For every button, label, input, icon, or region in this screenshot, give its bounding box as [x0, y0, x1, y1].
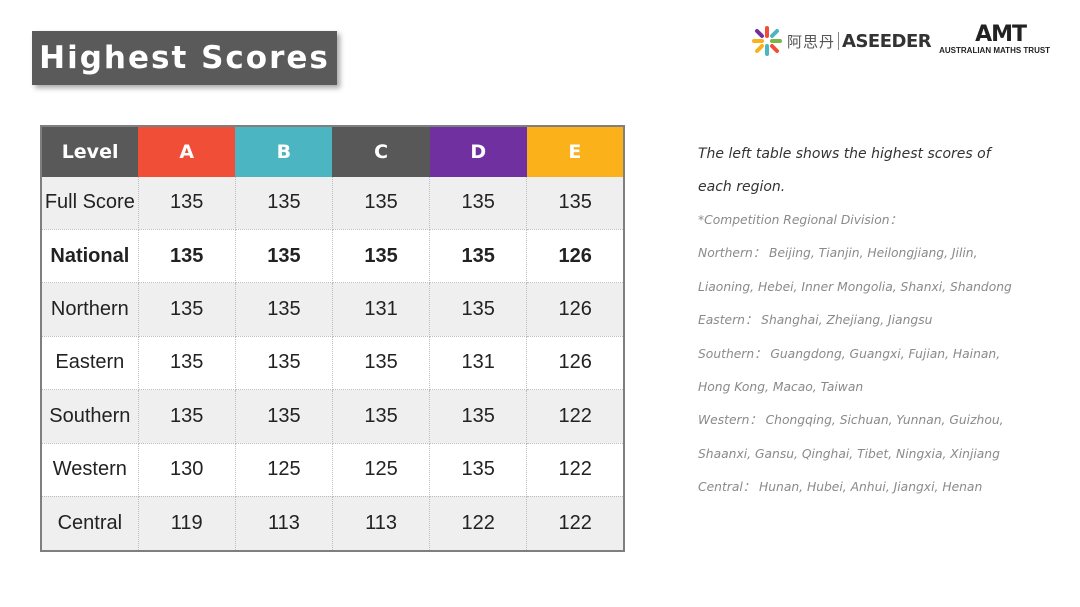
score-cell: 125: [235, 443, 333, 497]
region-note-line: Northern： Beijing, Tianjin, Heilongjiang…: [698, 246, 978, 261]
score-cell: 126: [526, 229, 625, 284]
score-cell: 131: [332, 282, 431, 337]
row-label: Eastern: [41, 336, 139, 391]
score-cell: 135: [429, 229, 528, 284]
description-panel: The left table shows the highest scores …: [698, 138, 1028, 505]
region-notes: *Competition Regional Division： Northern：…: [698, 204, 1028, 505]
amt-logo-mark: AMT: [975, 22, 1027, 47]
row-label: Southern: [41, 389, 139, 444]
aseeder-logo: 阿思丹 ASEEDER: [752, 26, 932, 56]
score-cell: 135: [138, 177, 236, 230]
score-cell: 126: [526, 282, 625, 337]
score-cell: 135: [138, 229, 236, 284]
score-cell: 130: [138, 443, 236, 497]
score-cell: 135: [235, 389, 333, 444]
description-line-2: each region.: [698, 179, 786, 195]
score-cell: 122: [526, 443, 625, 497]
header-level: Level: [41, 126, 139, 177]
score-cell: 119: [138, 496, 236, 552]
score-cell: 135: [429, 282, 528, 337]
region-note-line: Central： Hunan, Hubei, Anhui, Jiangxi, H…: [698, 480, 983, 495]
score-cell: 135: [429, 177, 528, 230]
table-row: National 135 135 135 135 126: [41, 229, 625, 284]
table-body: Full Score 135 135 135 135 135 National 135 135 1…: [41, 177, 625, 552]
region-note-line: Shaanxi, Gansu, Qinghai, Tibet, Ningxia,…: [698, 446, 1000, 461]
aseeder-cn-name: 阿思丹: [787, 32, 836, 51]
score-cell: 135: [332, 229, 431, 284]
region-note-line: Liaoning, Hebei, Inner Mongolia, Shanxi,…: [698, 279, 1012, 294]
table-row: Southern 135 135 135 135 122: [41, 389, 625, 444]
region-note-line: Eastern： Shanghai, Zhejiang, Jiangsu: [698, 313, 933, 328]
score-cell: 135: [235, 177, 333, 230]
header-level-d: D: [429, 126, 527, 177]
description-line-1: The left table shows the highest scores …: [698, 146, 991, 162]
header-level-c: C: [332, 126, 430, 177]
region-note-line: *Competition Regional Division：: [698, 213, 902, 227]
score-cell: 135: [235, 282, 333, 337]
region-note-line: Western： Chongqing, Sichuan, Yunnan, Gui…: [698, 413, 1004, 428]
table-row: Full Score 135 135 135 135 135: [41, 177, 625, 230]
score-cell: 113: [332, 496, 431, 552]
score-cell: 126: [526, 336, 625, 391]
score-cell: 135: [429, 443, 528, 497]
score-cell: 135: [138, 282, 236, 337]
table-row: Eastern 135 135 135 131 126: [41, 336, 625, 391]
amt-full-name: AUSTRALIAN MATHS TRUST: [939, 46, 1051, 55]
table-header-row: Level A B C D E: [41, 126, 624, 177]
region-note-line: Southern： Guangdong, Guangxi, Fujian, Ha…: [698, 346, 1001, 361]
table-row: Northern 135 135 131 135 126: [41, 282, 625, 337]
logo-area: 阿思丹 ASEEDER AMT AUSTRALIAN MATHS TRUST: [752, 22, 1072, 58]
score-cell: 135: [332, 389, 431, 444]
score-cell: 125: [332, 443, 431, 497]
table-row: Central 119 113 113 122 122: [41, 496, 625, 552]
amt-logo: AMT AUSTRALIAN MATHS TRUST: [939, 22, 1067, 58]
score-cell: 122: [429, 496, 528, 552]
score-cell: 135: [235, 229, 333, 284]
row-label: Central: [41, 496, 139, 552]
score-cell: 135: [526, 177, 625, 230]
row-label: Full Score: [41, 177, 139, 230]
region-note-line: Hong Kong, Macao, Taiwan: [698, 380, 864, 395]
score-cell: 113: [235, 496, 333, 552]
score-cell: 135: [138, 389, 236, 444]
header-level-a: A: [138, 126, 236, 177]
row-label: National: [41, 229, 139, 284]
header-level-b: B: [235, 126, 333, 177]
page-title: Highest Scores: [32, 31, 337, 85]
row-label: Northern: [41, 282, 139, 337]
row-label: Western: [41, 443, 139, 497]
logo-divider: [838, 32, 840, 50]
aseeder-star-icon: [752, 26, 782, 56]
aseeder-en-name: ASEEDER: [842, 30, 932, 52]
score-cell: 135: [235, 336, 333, 391]
header-level-e: E: [526, 126, 624, 177]
score-cell: 122: [526, 389, 625, 444]
scores-table: Level A B C D E Full Score 135 135 135 135 135 Nati…: [40, 125, 625, 552]
table-row: Western 130 125 125 135 122: [41, 443, 625, 497]
score-cell: 135: [332, 177, 431, 230]
score-cell: 135: [332, 336, 431, 391]
score-cell: 135: [429, 389, 528, 444]
score-cell: 122: [526, 496, 625, 552]
score-cell: 135: [138, 336, 236, 391]
score-cell: 131: [429, 336, 528, 391]
